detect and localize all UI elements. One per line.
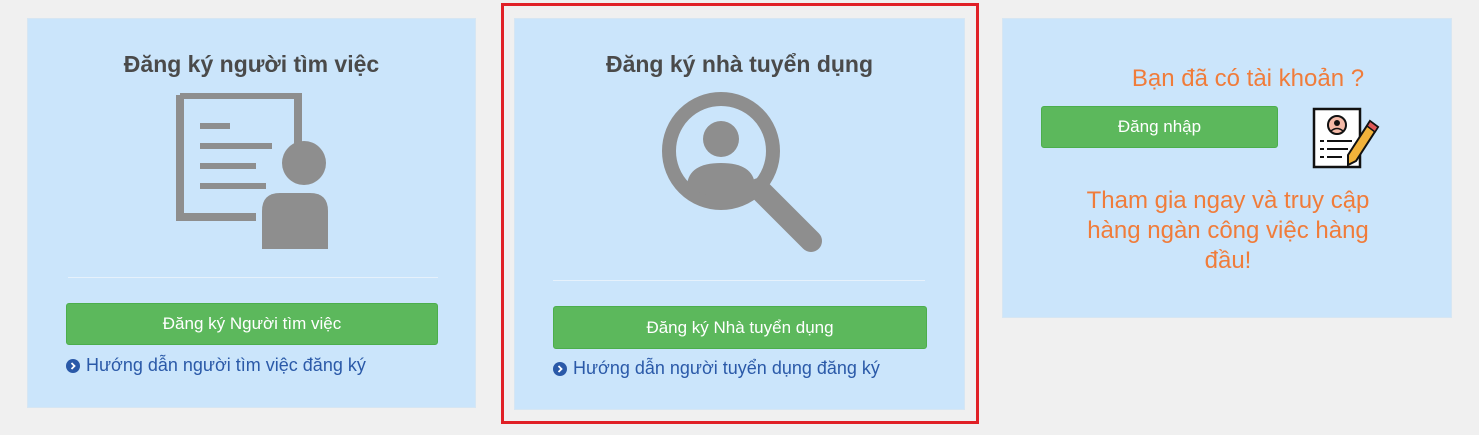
cv-pencil-icon	[1312, 107, 1380, 169]
login-card: Bạn đã có tài khoản ? Đăng nhập Tham gia…	[1002, 18, 1452, 318]
selection-highlight	[501, 3, 979, 424]
seeker-guide-label: Hướng dẫn người tìm việc đăng ký	[86, 355, 366, 375]
login-tagline: Tham gia ngay và truy cập hàng ngàn công…	[1086, 187, 1370, 274]
have-account-question: Bạn đã có tài khoản ?	[1131, 65, 1365, 92]
resume-person-icon	[176, 93, 328, 249]
seeker-register-button[interactable]: Đăng ký Người tìm việc	[66, 303, 438, 345]
chevron-right-icon	[66, 358, 80, 373]
seeker-guide-link[interactable]: Hướng dẫn người tìm việc đăng ký	[66, 355, 366, 376]
login-button[interactable]: Đăng nhập	[1041, 106, 1278, 148]
seeker-card-divider	[68, 277, 438, 278]
seeker-register-card: Đăng ký người tìm việc Đăng ký Người tìm…	[27, 18, 476, 408]
seeker-card-title: Đăng ký người tìm việc	[123, 51, 380, 77]
